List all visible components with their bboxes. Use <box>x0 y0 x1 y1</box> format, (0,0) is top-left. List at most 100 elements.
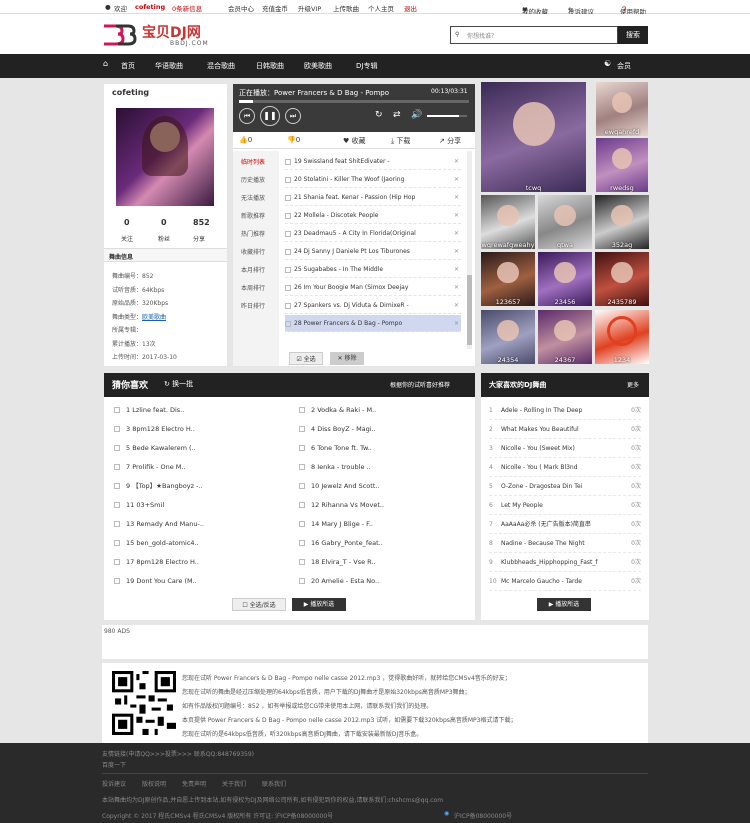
guess-item[interactable]: 7 Prolifik - One M.. <box>114 458 284 477</box>
nav-item-albums[interactable]: DJ专辑 <box>356 61 377 71</box>
footer-link-disclaimer[interactable]: 免责声明 <box>182 779 206 788</box>
item-checkbox[interactable] <box>114 578 120 584</box>
dj-card[interactable]: 23456 <box>538 252 592 306</box>
track-checkbox[interactable] <box>285 176 291 183</box>
dislike-button[interactable]: 👎0 <box>287 136 300 144</box>
logout-link[interactable]: 退出 <box>404 3 417 13</box>
upload-link[interactable]: 上传歌曲 <box>333 3 359 13</box>
guess-item[interactable]: 14 Mary J Blige - F.. <box>299 515 469 534</box>
popular-item[interactable]: 1 Adele - Rolling In The Deep 0次 <box>489 401 641 420</box>
playlist-track[interactable]: 24 Dj Sanny J Daniele Pt Los Tiburones ✕ <box>285 243 461 260</box>
shuffle-icon[interactable]: ⇄ <box>393 110 401 120</box>
playlist-scrollbar[interactable] <box>467 151 472 349</box>
track-checkbox[interactable] <box>285 284 291 291</box>
popular-item[interactable]: 3 Nicolle - You (Sweet Mix) 0次 <box>489 439 641 458</box>
close-icon[interactable]: ✕ <box>454 243 459 259</box>
guess-item[interactable]: 11 03+Smil <box>114 496 284 515</box>
track-checkbox[interactable] <box>285 302 291 309</box>
dj-card[interactable]: qtwa <box>538 195 592 249</box>
item-checkbox[interactable] <box>114 483 120 489</box>
user-name[interactable]: cofeting <box>112 88 149 97</box>
item-checkbox[interactable] <box>299 464 305 470</box>
guess-item[interactable]: 2 Vodka & Raki - M.. <box>299 401 469 420</box>
pause-button[interactable]: ❚❚ <box>260 106 280 126</box>
info-type-link[interactable]: 欧美歌曲 <box>142 314 166 321</box>
playlist-track[interactable]: 21 Shania feat. Kenar - Passion (Hip Hop… <box>285 189 461 206</box>
footer-link-about[interactable]: 关于我们 <box>222 779 246 788</box>
nav-item-home[interactable]: 首页 <box>121 61 135 71</box>
guess-item[interactable]: 17 8pm128 Electro H.. <box>114 553 284 572</box>
remove-button[interactable]: ✕ 移除 <box>330 352 364 365</box>
footer-link-copyright[interactable]: 版权说明 <box>142 779 166 788</box>
dj-card[interactable]: rwedsg <box>596 138 648 192</box>
nav-item-chinese[interactable]: 华语歌曲 <box>155 61 183 71</box>
guess-item[interactable]: 19 Dont You Care (M.. <box>114 572 284 591</box>
close-icon[interactable]: ✕ <box>454 225 459 241</box>
popular-item[interactable]: 7 AaAaAa必杀 (无广告版本)简直串 0次 <box>489 515 641 534</box>
member-center-link[interactable]: 会员中心 <box>228 3 254 13</box>
guess-item[interactable]: 6 Tone Tone ft. Tw.. <box>299 439 469 458</box>
friend-links[interactable]: 友情链接(申请QQ>>>投票>>> 联系QQ:848769359) <box>102 749 254 758</box>
tab-hot[interactable]: 热门推荐 <box>241 229 265 238</box>
logo-icon[interactable] <box>102 22 138 46</box>
guess-item[interactable]: 13 Remady And Manu-.. <box>114 515 284 534</box>
item-checkbox[interactable] <box>299 426 305 432</box>
footer-link-feedback[interactable]: 投诉建议 <box>102 779 126 788</box>
home-icon[interactable]: ⌂ <box>103 59 108 68</box>
guess-item[interactable]: 8 Ienka - trouble .. <box>299 458 469 477</box>
tab-week-rank[interactable]: 本周排行 <box>241 283 265 292</box>
guess-item[interactable]: 9 【Top】★Bangboyz -.. <box>114 477 284 496</box>
item-checkbox[interactable] <box>114 521 120 527</box>
baidu-link[interactable]: 百度一下 <box>102 760 126 769</box>
guess-item[interactable]: 5 Bede Kawalerem (.. <box>114 439 284 458</box>
popular-item[interactable]: 10 Mc Marcelo Gaucho - Tarde 0次 <box>489 572 641 591</box>
select-all-button[interactable]: ☑ 全选 <box>289 352 323 365</box>
track-checkbox[interactable] <box>285 194 291 201</box>
dj-card[interactable]: 24367 <box>538 310 592 364</box>
popular-item[interactable]: 2 What Makes You Beautiful 0次 <box>489 420 641 439</box>
dj-card[interactable]: tcwq <box>481 82 586 192</box>
playlist-track[interactable]: 27 Spankers vs. Dj Viduta & DimixeR - ✕ <box>285 297 461 314</box>
item-checkbox[interactable] <box>114 445 120 451</box>
progress-bar[interactable] <box>239 100 469 103</box>
popular-item[interactable]: 6 Let My People 0次 <box>489 496 641 515</box>
toggle-select-button[interactable]: ☐ 全选/反选 <box>232 598 286 611</box>
guess-item[interactable]: 16 Gabry_Ponte_feat.. <box>299 534 469 553</box>
popular-item[interactable]: 9 Klubbheads_Hipphopping_Fast_f 0次 <box>489 553 641 572</box>
user-avatar[interactable] <box>116 108 214 206</box>
guess-item[interactable]: 15 ben_gold-atomic4.. <box>114 534 284 553</box>
playlist-track[interactable]: 25 Sugababes - In The Middle ✕ <box>285 261 461 278</box>
tab-month-rank[interactable]: 本月排行 <box>241 265 265 274</box>
dj-card[interactable]: 2435789 <box>595 252 649 306</box>
item-checkbox[interactable] <box>114 407 120 413</box>
upgrade-vip-link[interactable]: 升级VIP <box>298 3 321 13</box>
close-icon[interactable]: ✕ <box>454 261 459 277</box>
dj-card[interactable]: 123657 <box>481 252 535 306</box>
item-checkbox[interactable] <box>114 426 120 432</box>
more-link[interactable]: 更多 <box>627 380 639 389</box>
track-checkbox[interactable] <box>285 320 291 327</box>
track-checkbox[interactable] <box>285 158 291 165</box>
prev-button[interactable]: ⏮ <box>239 108 255 124</box>
item-checkbox[interactable] <box>114 540 120 546</box>
tab-new[interactable]: 新歌推荐 <box>241 211 265 220</box>
tab-fav-rank[interactable]: 收藏排行 <box>241 247 265 256</box>
guess-item[interactable]: 10 Jewelz And Scott.. <box>299 477 469 496</box>
favorite-button[interactable]: ♥ 收藏 <box>343 136 366 146</box>
item-checkbox[interactable] <box>299 407 305 413</box>
tab-yesterday-rank[interactable]: 昨日排行 <box>241 301 265 310</box>
volume-icon[interactable]: 🔊 <box>411 110 422 120</box>
volume-slider[interactable] <box>427 115 467 117</box>
guess-item[interactable]: 18 Elvira_T - Vse R.. <box>299 553 469 572</box>
track-checkbox[interactable] <box>285 266 291 273</box>
guess-item[interactable]: 1 Lzline feat. Dis.. <box>114 401 284 420</box>
dj-card[interactable]: ewqahrefd <box>596 82 648 136</box>
guess-item[interactable]: 4 Diss BoyZ - Magi.. <box>299 420 469 439</box>
playlist-track[interactable]: 28 Power Francers & D Bag - Pompo ✕ <box>285 315 461 332</box>
track-checkbox[interactable] <box>285 230 291 237</box>
next-button[interactable]: ⏭ <box>285 108 301 124</box>
tab-temp-list[interactable]: 临时列表 <box>241 157 265 166</box>
item-checkbox[interactable] <box>114 559 120 565</box>
item-checkbox[interactable] <box>299 445 305 451</box>
nav-item-western[interactable]: 欧美歌曲 <box>304 61 332 71</box>
